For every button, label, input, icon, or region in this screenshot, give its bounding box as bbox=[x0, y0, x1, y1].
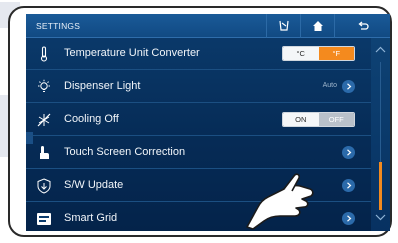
scroll-thumb[interactable] bbox=[379, 162, 382, 210]
cooling-off-toggle[interactable]: ON OFF bbox=[282, 112, 355, 127]
setting-label: S/W Update bbox=[64, 179, 124, 191]
hand-pointer-icon bbox=[246, 173, 314, 230]
top-bar: SETTINGS bbox=[26, 14, 390, 38]
on-option[interactable]: ON bbox=[283, 113, 319, 126]
setting-label: Temperature Unit Converter bbox=[64, 47, 200, 59]
celsius-option[interactable]: °C bbox=[283, 47, 319, 60]
settings-row-temperature-unit: Temperature Unit Converter °C °F bbox=[26, 38, 371, 70]
back-button[interactable] bbox=[334, 14, 390, 38]
fahrenheit-option[interactable]: °F bbox=[318, 47, 354, 60]
touch-icon bbox=[36, 145, 52, 161]
settings-row-touch-screen-correction[interactable]: Touch Screen Correction bbox=[26, 137, 371, 169]
settings-row-dispenser-light[interactable]: Dispenser Light Auto bbox=[26, 71, 371, 103]
home-button[interactable] bbox=[300, 14, 334, 38]
setting-label: Smart Grid bbox=[64, 212, 118, 224]
thermometer-icon bbox=[36, 46, 52, 62]
shield-update-icon bbox=[36, 178, 52, 194]
dispenser-light-value: Auto bbox=[322, 82, 337, 89]
chevron-right-icon[interactable] bbox=[342, 179, 355, 192]
settings-row-sw-update[interactable]: S/W Update bbox=[26, 170, 371, 202]
temperature-unit-toggle[interactable]: °C °F bbox=[282, 46, 355, 61]
setting-label: Cooling Off bbox=[64, 113, 119, 125]
settings-row-smart-grid[interactable]: Smart Grid bbox=[26, 203, 371, 231]
chevron-down-icon[interactable] bbox=[375, 214, 386, 221]
chevron-right-icon[interactable] bbox=[342, 212, 355, 225]
smart-grid-icon bbox=[36, 211, 52, 227]
setting-label: Dispenser Light bbox=[64, 80, 141, 92]
filter-button[interactable] bbox=[266, 14, 300, 38]
settings-screen: SETTINGS Temperature Unit Converter °C °… bbox=[26, 14, 390, 231]
chevron-up-icon[interactable] bbox=[375, 46, 386, 53]
settings-row-cooling-off: Cooling Off ON OFF bbox=[26, 104, 371, 136]
chevron-right-icon[interactable] bbox=[342, 146, 355, 159]
filter-icon bbox=[278, 20, 289, 31]
back-icon bbox=[357, 21, 369, 30]
light-bulb-icon bbox=[36, 79, 52, 95]
chevron-right-icon[interactable] bbox=[342, 80, 355, 93]
page-title: SETTINGS bbox=[36, 21, 81, 31]
home-icon bbox=[312, 21, 323, 31]
scrollbar[interactable] bbox=[371, 38, 390, 231]
off-option[interactable]: OFF bbox=[318, 113, 354, 126]
snowflake-off-icon bbox=[36, 112, 52, 128]
setting-label: Touch Screen Correction bbox=[64, 146, 186, 158]
